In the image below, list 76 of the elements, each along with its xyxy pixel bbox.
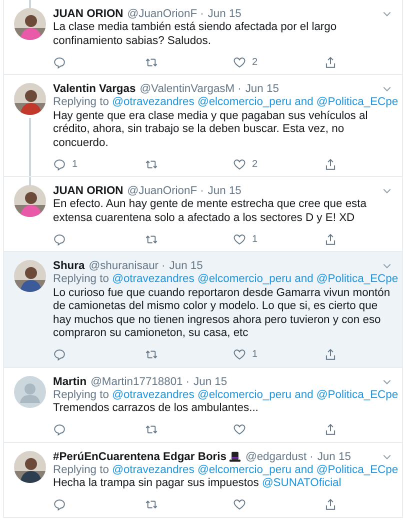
user-handle[interactable]: @shuranisaur — [88, 259, 159, 273]
user-name[interactable]: Valentin Vargas — [53, 82, 136, 96]
tweet-date[interactable]: Jun 15 — [208, 7, 242, 21]
share-icon[interactable] — [324, 498, 337, 511]
mention-link[interactable]: @elcomercio_peru — [197, 273, 292, 285]
retweet-icon[interactable] — [145, 348, 158, 361]
user-name[interactable]: #PerúEnCuarentena Edgar Boris — [53, 450, 226, 464]
mention-link[interactable]: @otravezandres — [112, 273, 194, 285]
retweet-icon[interactable] — [145, 158, 158, 170]
chevron-down-icon[interactable] — [382, 261, 392, 271]
separator-dot: · — [238, 82, 242, 96]
mention-link[interactable]: @elcomercio_peru — [197, 388, 292, 400]
reply-icon[interactable] — [53, 232, 66, 246]
mention-link[interactable]: @Politica_ECpe — [316, 273, 398, 285]
mention-link[interactable]: @Politica_ECpe — [316, 388, 398, 400]
separator-dot: · — [200, 184, 204, 198]
user-handle[interactable]: @Martin17718801 — [90, 374, 183, 388]
heart-icon[interactable] — [233, 348, 246, 361]
reply-icon[interactable] — [53, 56, 66, 68]
tweet-text: Lo curioso fue que cuando reportaron desde Gamarra vivun montón de camionetas del mismo color y modelo. Lo que si, es cierto que hay muchos que no tienen ingresos ahora pero tuvieron y con eso compraron su camioneton, su casa, etc — [53, 286, 392, 340]
user-handle[interactable]: @JuanOrionF — [127, 7, 198, 21]
chevron-down-icon[interactable] — [382, 186, 392, 196]
chevron-down-icon[interactable] — [382, 84, 392, 94]
reply-count: 1 — [72, 158, 78, 170]
separator-dot: · — [200, 7, 204, 21]
reply-icon[interactable] — [53, 348, 66, 361]
tweet-date[interactable]: Jun 15 — [317, 450, 351, 464]
like-count: 2 — [252, 158, 258, 170]
reply-icon[interactable] — [53, 158, 66, 170]
tweet-date[interactable]: Jun 15 — [194, 374, 228, 388]
reply-icon[interactable] — [53, 498, 66, 511]
heart-icon[interactable] — [233, 56, 246, 68]
mention-link[interactable]: @elcomercio_peru — [197, 96, 292, 108]
share-icon[interactable] — [324, 232, 337, 246]
heart-icon[interactable] — [233, 232, 246, 246]
mention-link[interactable]: @SUNATOficial — [262, 477, 342, 489]
mention-link[interactable]: @Politica_ECpe — [316, 96, 398, 108]
like-count: 1 — [252, 349, 258, 360]
heart-icon[interactable] — [233, 423, 246, 436]
chevron-down-icon[interactable] — [382, 9, 392, 19]
user-name[interactable]: Martin — [53, 374, 87, 388]
mention-link[interactable]: @elcomercio_peru — [197, 464, 292, 476]
mention-link[interactable]: @otravezandres — [112, 96, 194, 108]
retweet-icon[interactable] — [145, 423, 158, 436]
share-icon[interactable] — [324, 348, 337, 361]
user-name[interactable]: Shura — [53, 259, 85, 273]
tweet-date[interactable]: Jun 15 — [208, 184, 242, 198]
retweet-icon[interactable] — [145, 232, 158, 246]
user-handle[interactable]: @edgardust — [245, 450, 307, 464]
share-icon[interactable] — [324, 56, 337, 68]
user-name[interactable]: JUAN ORION — [53, 7, 124, 21]
retweet-icon[interactable] — [145, 56, 158, 68]
user-name[interactable]: JUAN ORION — [53, 184, 124, 198]
tweet-text: Hecha la trampa sin pagar sus impuestos @SUNATOficial — [53, 477, 342, 490]
retweet-icon[interactable] — [145, 498, 158, 511]
like-count: 1 — [252, 234, 258, 244]
tweet-date[interactable]: Jun 15 — [169, 259, 203, 273]
user-handle[interactable]: @ValentinVargasM — [140, 82, 235, 96]
tweet-text: Tremendos carrazos de los ambulantes... — [53, 402, 260, 416]
separator-dot: · — [186, 374, 190, 388]
mention-link[interactable]: @otravezandres — [112, 464, 194, 476]
heart-icon[interactable] — [233, 158, 246, 170]
tweet-date[interactable]: Jun 15 — [245, 82, 279, 96]
reply-icon[interactable] — [53, 423, 66, 436]
tweet-text: Hay gente que era clase media y que pagaban sus vehículos al crédito, ahora, sin trabajo se la deben buscar. Esta vez, no concuerdo. — [53, 110, 369, 150]
tweet-text: La clase media también está siendo afectada por el largo confinamiento sabias? Saludos. — [53, 21, 338, 48]
share-icon[interactable] — [324, 158, 337, 170]
separator-dot: · — [310, 450, 314, 464]
mention-link[interactable]: @otravezandres — [112, 388, 194, 400]
separator-dot: · — [162, 259, 166, 273]
user-handle[interactable]: @JuanOrionF — [127, 184, 198, 198]
like-count: 2 — [252, 56, 258, 68]
heart-icon[interactable] — [233, 498, 246, 511]
mention-link[interactable]: @Politica_ECpe — [316, 464, 398, 476]
share-icon[interactable] — [324, 423, 337, 436]
tweet-text: En efecto. Aun hay gente de mente estrecha que cree que esta extensa cuarentena solo a afectado a los sectores D y E! XD — [53, 198, 368, 225]
